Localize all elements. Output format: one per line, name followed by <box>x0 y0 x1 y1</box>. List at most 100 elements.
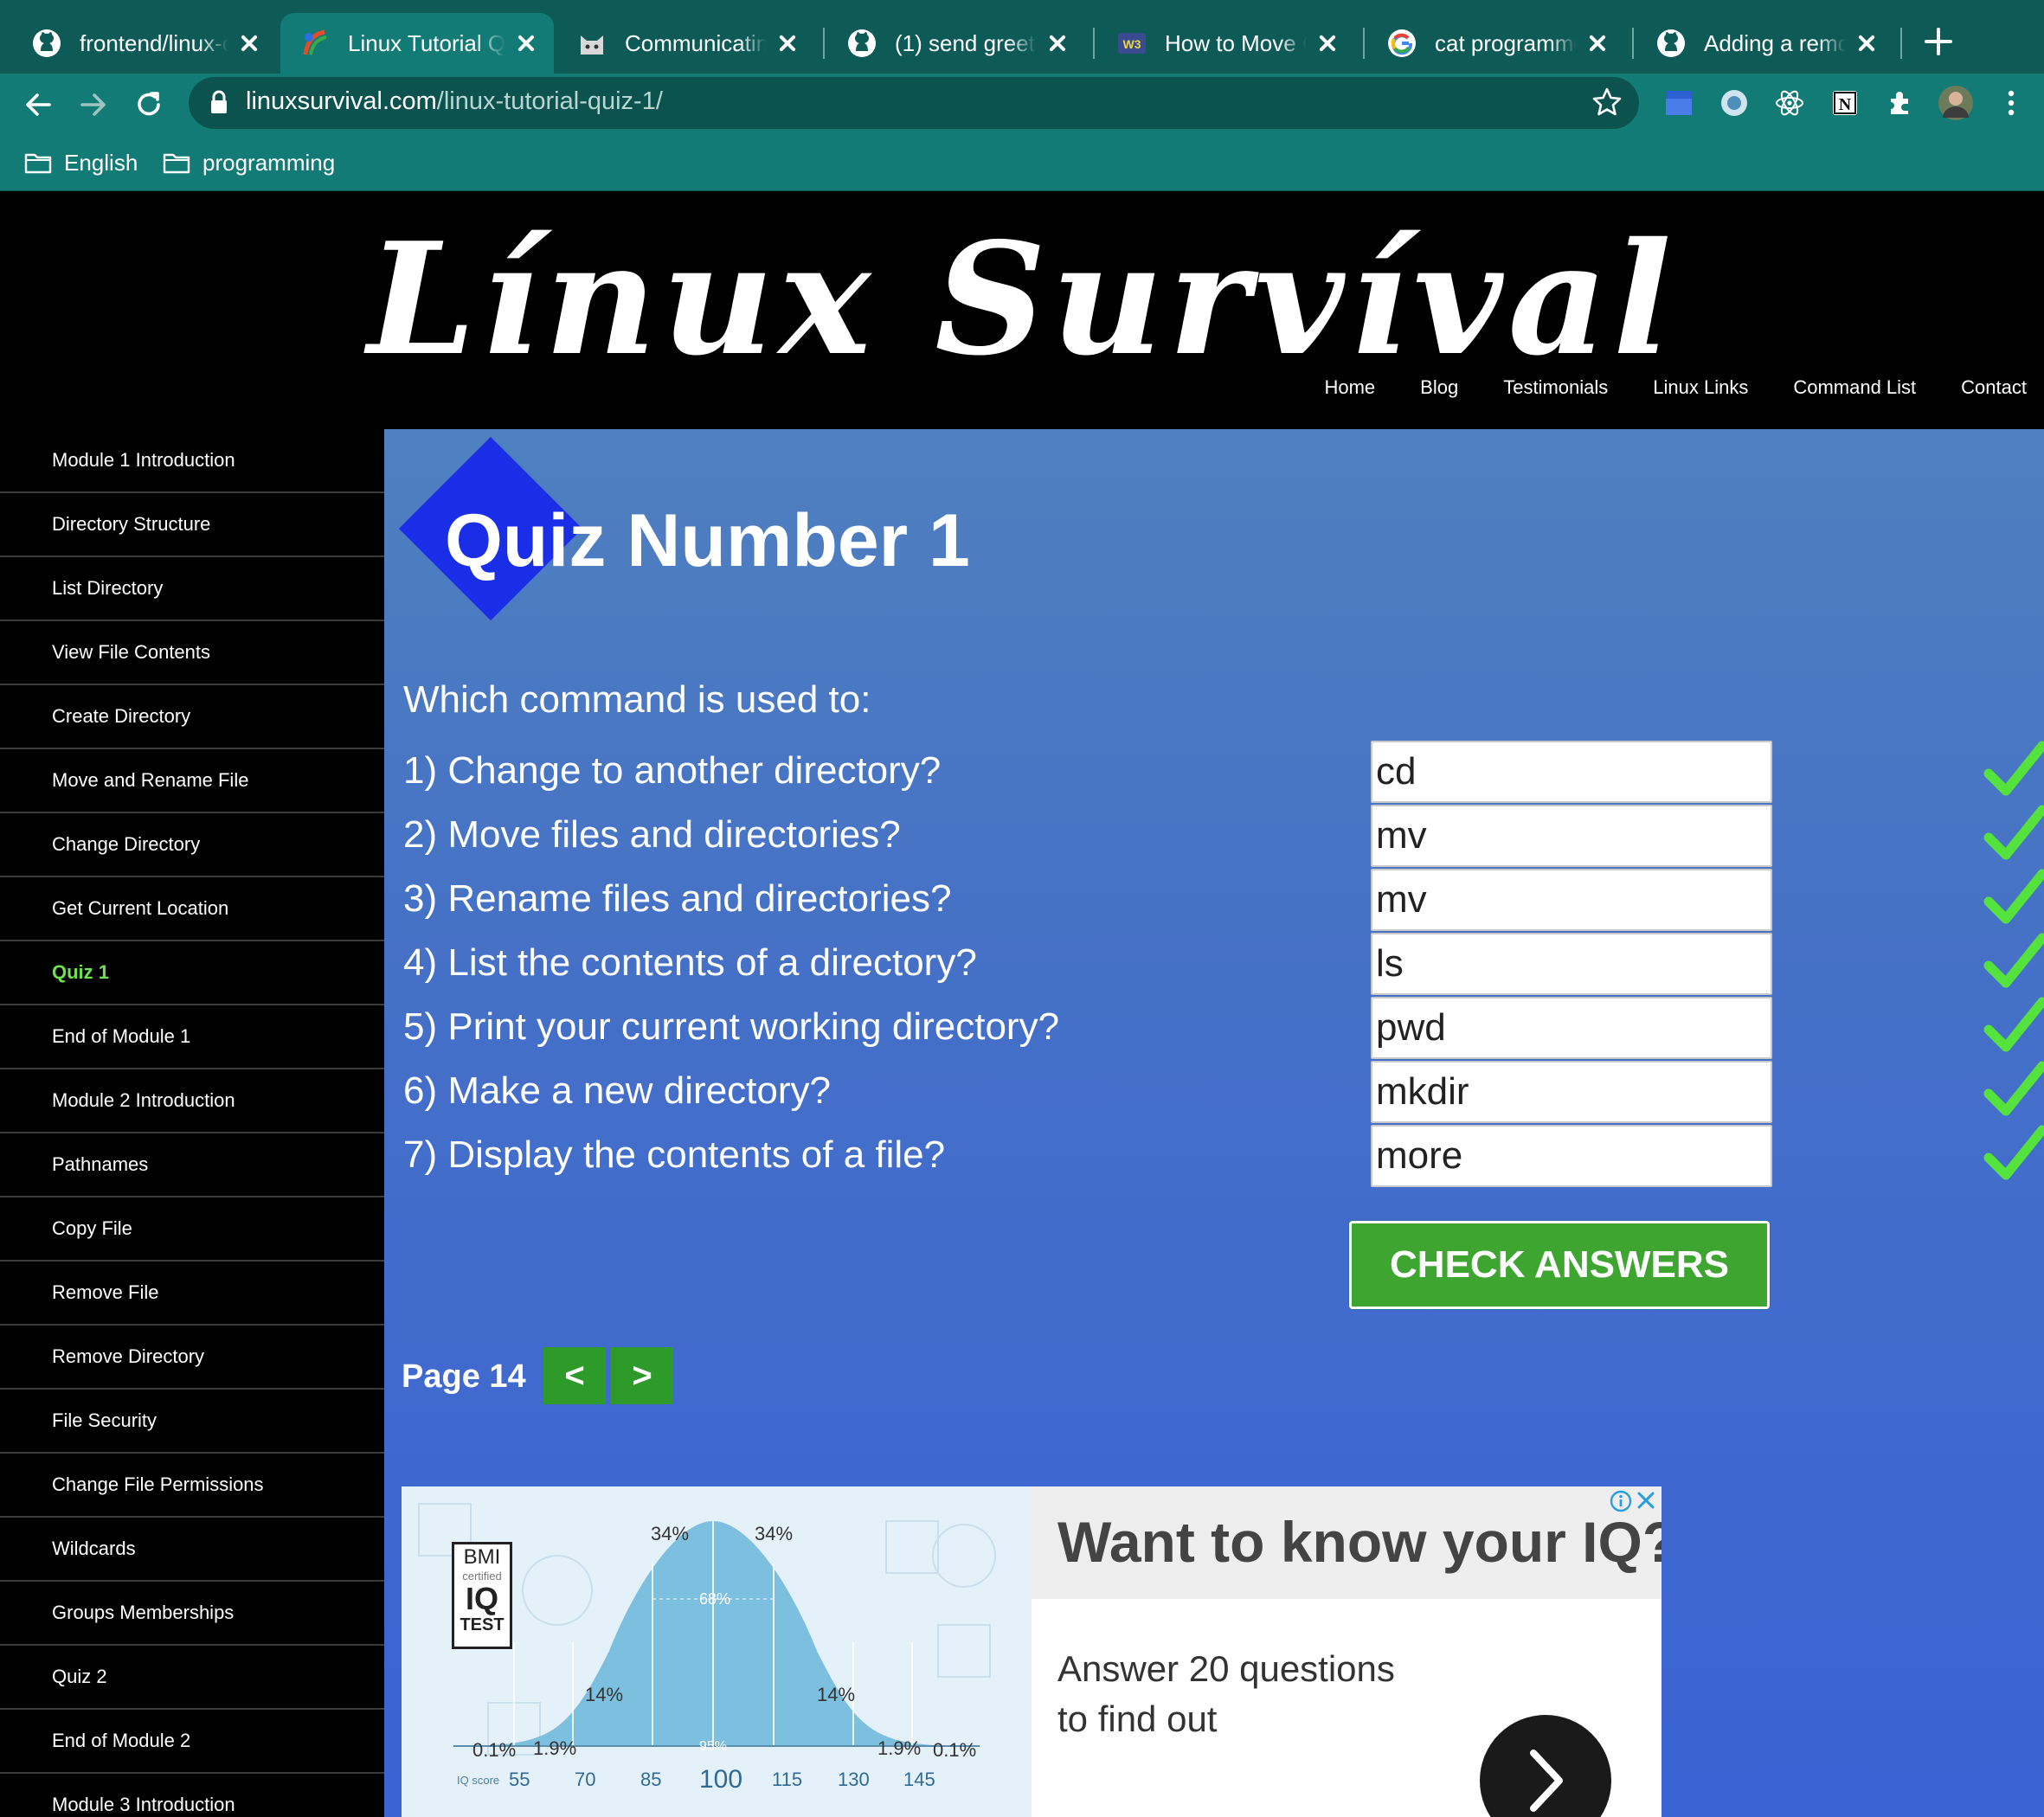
next-page-button[interactable]: > <box>611 1347 673 1404</box>
answer-input[interactable] <box>1371 1125 1772 1187</box>
close-icon[interactable] <box>514 31 538 55</box>
nav-home[interactable]: Home <box>1324 376 1375 399</box>
nav-command-list[interactable]: Command List <box>1793 376 1916 399</box>
close-icon[interactable] <box>1854 31 1879 55</box>
tab-title: Communicating <box>625 29 767 56</box>
sidebar-item[interactable]: List Directory <box>0 557 384 621</box>
answer-input[interactable] <box>1371 997 1772 1059</box>
sidebar-item[interactable]: Move and Rename File <box>0 749 384 813</box>
sidebar-item[interactable]: Remove Directory <box>0 1326 384 1390</box>
linux-survival-icon <box>299 28 331 59</box>
answer-input[interactable] <box>1371 933 1772 995</box>
check-answers-button[interactable]: CHECK ANSWERS <box>1349 1221 1770 1309</box>
react-devtools-icon[interactable] <box>1771 84 1809 122</box>
close-icon[interactable] <box>1045 31 1070 55</box>
curve-percent-label: 0.1% <box>933 1739 977 1761</box>
nav-linux-links[interactable]: Linux Links <box>1653 376 1748 399</box>
nav-contact[interactable]: Contact <box>1961 376 2027 399</box>
browser-tab[interactable]: Adding a remote <box>1636 13 1894 74</box>
answer-input[interactable] <box>1371 805 1772 867</box>
url-path: /linux-tutorial-quiz-1/ <box>436 87 663 115</box>
sidebar-item[interactable]: Change Directory <box>0 813 384 877</box>
close-icon[interactable] <box>237 31 261 55</box>
sidebar-item[interactable]: Module 3 Introduction <box>0 1774 384 1817</box>
browser-tab[interactable]: cat programmer <box>1367 13 1625 74</box>
bookmark-folder-english[interactable]: English <box>24 148 138 177</box>
curve-percent-label: 95% <box>699 1739 728 1754</box>
browser-toolbar: linuxsurvival.com/linux-tutorial-quiz-1/… <box>0 74 2044 136</box>
sidebar-item[interactable]: Remove File <box>0 1262 384 1326</box>
answer-input[interactable] <box>1371 1061 1772 1123</box>
browser-tab[interactable]: (1) send greeting <box>827 13 1085 74</box>
curve-percent-label: 14% <box>817 1684 856 1705</box>
address-bar[interactable]: linuxsurvival.com/linux-tutorial-quiz-1/ <box>189 77 1639 129</box>
browser-tab[interactable]: W3 How to Move Git <box>1097 13 1355 74</box>
question-text: 6) Make a new directory? <box>403 1069 831 1112</box>
correct-check-icon <box>1983 805 2044 860</box>
sidebar-item[interactable]: Create Directory <box>0 685 384 749</box>
question-text: 1) Change to another directory? <box>403 749 942 792</box>
back-icon[interactable] <box>17 84 59 125</box>
browser-tab-active[interactable]: Linux Tutorial Quiz 1 <box>280 13 554 74</box>
answer-input[interactable] <box>1371 869 1772 931</box>
browser-tab[interactable]: Communicating <box>557 13 815 74</box>
ad-subtitle-line: to find out <box>1057 1698 1218 1739</box>
avatar[interactable] <box>1937 84 1975 122</box>
correct-check-icon <box>1983 933 2044 988</box>
axis-tick-label: 100 <box>699 1765 743 1794</box>
site-logo[interactable]: Línux Survíval <box>0 209 2044 389</box>
close-icon[interactable] <box>1585 31 1610 55</box>
ad-go-button[interactable] <box>1480 1715 1611 1817</box>
reload-icon[interactable] <box>128 84 170 125</box>
axis-tick-label: 55 <box>509 1769 530 1790</box>
sidebar-item[interactable]: End of Module 1 <box>0 1005 384 1069</box>
prev-page-button[interactable]: < <box>543 1347 606 1404</box>
sidebar-item[interactable]: Module 1 Introduction <box>0 429 384 493</box>
sidebar-item[interactable]: Quiz 1 <box>0 941 384 1005</box>
sidebar-item[interactable]: Wildcards <box>0 1518 384 1582</box>
folder-icon <box>24 153 52 174</box>
sidebar-item[interactable]: Change File Permissions <box>0 1454 384 1518</box>
forward-icon[interactable] <box>73 84 114 125</box>
ad-close-icon[interactable] <box>1634 1488 1658 1517</box>
close-icon[interactable] <box>1315 31 1340 55</box>
browser-tab[interactable]: frontend/linux-command-line <box>12 13 277 74</box>
bookmark-star-icon[interactable] <box>1591 86 1623 123</box>
extensions-puzzle-icon[interactable] <box>1881 84 1919 122</box>
github-icon <box>1655 28 1687 59</box>
quiz-prompt: Which command is used to: <box>403 678 871 721</box>
menu-kebab-icon[interactable] <box>1992 84 2030 122</box>
sidebar-item[interactable]: View File Contents <box>0 621 384 685</box>
sidebar-item[interactable]: Get Current Location <box>0 877 384 941</box>
advertisement[interactable]: BMI certified IQ TEST 34% 34% 68% 14% 14% 0.1… <box>402 1486 1662 1817</box>
notion-icon[interactable]: N <box>1826 84 1864 122</box>
sidebar-item[interactable]: End of Module 2 <box>0 1710 384 1774</box>
question-text: 3) Rename files and directories? <box>403 877 952 920</box>
google-icon <box>1386 28 1417 59</box>
tab-separator <box>1900 28 1902 59</box>
badge-test: TEST <box>460 1615 505 1634</box>
github-icon <box>846 28 877 59</box>
nav-testimonials[interactable]: Testimonials <box>1503 376 1608 399</box>
nav-blog[interactable]: Blog <box>1420 376 1458 399</box>
ad-info-icon[interactable] <box>1610 1490 1632 1517</box>
axis-tick-label: 85 <box>640 1769 662 1790</box>
main-content: Quiz Number 1 Which command is used to: … <box>384 429 2044 1817</box>
sidebar-item[interactable]: Quiz 2 <box>0 1646 384 1710</box>
question-text: 2) Move files and directories? <box>403 813 901 856</box>
sidebar-item[interactable]: Module 2 Introduction <box>0 1069 384 1133</box>
sidebar-item[interactable]: File Security <box>0 1390 384 1454</box>
calendar-extension-icon[interactable] <box>1660 84 1698 122</box>
bookmark-folder-programming[interactable]: programming <box>163 148 335 177</box>
sidebar-item[interactable]: Pathnames <box>0 1133 384 1197</box>
badge-bmi: BMI <box>463 1545 501 1569</box>
sidebar-item[interactable]: Copy File <box>0 1197 384 1262</box>
bookmark-label: programming <box>202 149 336 176</box>
sidebar-item[interactable]: Directory Structure <box>0 493 384 557</box>
drop-extension-icon[interactable] <box>1715 84 1753 122</box>
chevron-right-icon <box>1530 1750 1563 1812</box>
close-icon[interactable] <box>775 31 800 55</box>
sidebar-item[interactable]: Groups Memberships <box>0 1582 384 1646</box>
new-tab-icon[interactable] <box>1921 24 1956 59</box>
answer-input[interactable] <box>1371 741 1772 803</box>
